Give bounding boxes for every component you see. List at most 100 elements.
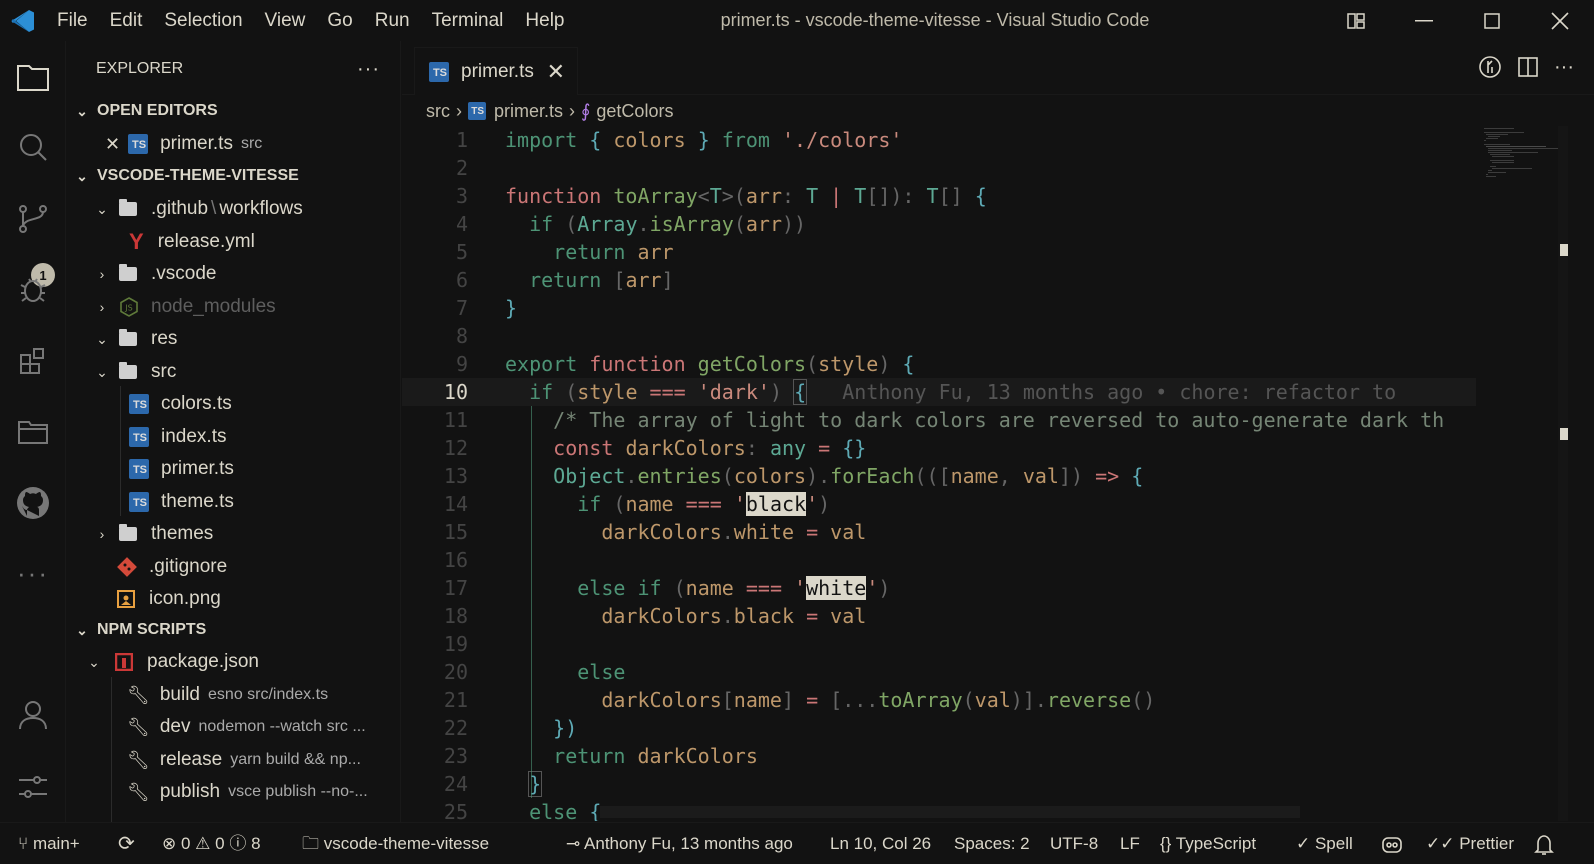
npm-scripts-section[interactable]: ⌄ NPM SCRIPTS (67, 614, 400, 646)
status-blame[interactable]: ⊸ Anthony Fu, 13 months ago (566, 823, 793, 864)
notification-bell-icon[interactable] (1534, 823, 1554, 864)
window-controls (1322, 0, 1594, 41)
settings-icon[interactable] (0, 759, 66, 815)
tree-item-theme-ts[interactable]: TS theme.ts (67, 486, 400, 518)
split-editor-icon[interactable] (1516, 55, 1540, 85)
chevron-down-icon: ⌄ (76, 102, 88, 119)
debug-icon[interactable] (0, 261, 66, 317)
close-icon[interactable]: ✕ (105, 134, 120, 155)
status-problems[interactable]: ⊗ 0 ⚠ 0 ⓘ 8 (162, 823, 261, 864)
status-spell[interactable]: ✓ Spell (1296, 823, 1353, 864)
tree-item-node-modules[interactable]: › JS node_modules (67, 291, 400, 323)
more-actions-icon[interactable]: ··· (1554, 55, 1574, 85)
npm-package-json[interactable]: ⌄ package.json (67, 646, 400, 678)
tree-item-colors-ts[interactable]: TS colors.ts (67, 388, 400, 420)
npm-script-release[interactable]: 🔧︎ release yarn build && np... (67, 744, 400, 776)
status-position[interactable]: Ln 10, Col 26 (830, 823, 931, 864)
github-icon[interactable] (0, 475, 66, 531)
tree-item-label: theme.ts (161, 491, 234, 512)
breadcrumb-item[interactable]: src (426, 101, 450, 122)
folders-icon[interactable] (0, 403, 66, 459)
source-control-icon[interactable] (0, 191, 66, 247)
tree-item-src[interactable]: ⌄ src (67, 356, 400, 388)
npm-script-build[interactable]: 🔧︎ build esno src/index.ts (67, 679, 400, 711)
typescript-file-icon: TS (468, 102, 486, 120)
status-folder[interactable]: 🗀︎ vscode-theme-vitesse (302, 823, 489, 864)
tree-item-label: themes (151, 523, 214, 544)
scrollbar-marker (1560, 428, 1568, 440)
search-icon[interactable] (0, 119, 66, 175)
layout-icon[interactable] (1322, 0, 1390, 41)
status-spaces[interactable]: Spaces: 2 (954, 823, 1030, 864)
typescript-file-icon: TS (128, 134, 149, 154)
files-icon[interactable] (0, 49, 66, 105)
close-window-icon[interactable] (1526, 0, 1594, 41)
maximize-icon[interactable] (1458, 0, 1526, 41)
tree-item-github[interactable]: ⌄ .github \ workflows (67, 193, 400, 225)
minimap[interactable] (1480, 126, 1560, 186)
chevron-right-icon: › (569, 100, 576, 121)
status-branch[interactable]: ⑂ main+ (18, 823, 80, 864)
copilot-icon[interactable] (1380, 823, 1404, 864)
code-line: 17 else if (name === 'white') (443, 576, 891, 600)
tree-item-vscode[interactable]: › .vscode (67, 258, 400, 290)
code-line: 5 return arr (455, 240, 674, 264)
more-icon[interactable]: ··· (0, 545, 66, 601)
menu-go[interactable]: Go (316, 0, 363, 41)
status-eol[interactable]: LF (1120, 823, 1140, 864)
code-editor[interactable]: 1 import { colors } from './colors' 2 3 fu… (402, 126, 1476, 821)
tree-item-res[interactable]: ⌄ res (67, 323, 400, 355)
open-editor-item[interactable]: ✕ TS primer.ts src (67, 128, 400, 160)
status-encoding[interactable]: UTF-8 (1050, 823, 1098, 864)
tree-item-label: node_modules (151, 296, 276, 317)
breadcrumb-item[interactable]: primer.ts (494, 101, 563, 122)
status-language[interactable]: {} TypeScript (1160, 823, 1256, 864)
project-section[interactable]: ⌄ VSCODE-THEME-VITESSE (67, 160, 400, 192)
status-prettier[interactable]: ✓✓ Prettier (1426, 823, 1514, 864)
yaml-file-icon: Y (129, 229, 144, 254)
code-line: 4 if (Array.isArray(arr)) (455, 212, 807, 236)
npm-script-cmd: vsce publish --no-... (228, 783, 368, 800)
open-editor-name: primer.ts (160, 133, 233, 154)
sync-icon[interactable]: ⟳ (118, 823, 135, 864)
extensions-icon[interactable] (0, 333, 66, 389)
tab-primer-ts[interactable]: TS primer.ts ✕ (414, 47, 578, 95)
tree-item-icon-png[interactable]: icon.png (67, 583, 400, 615)
account-icon[interactable] (0, 687, 66, 743)
open-editors-section[interactable]: ⌄ OPEN EDITORS (67, 95, 400, 127)
npm-script-dev[interactable]: 🔧︎ dev nodemon --watch src ... (67, 711, 400, 743)
npm-script-name: release (159, 749, 223, 770)
minimize-icon[interactable] (1390, 0, 1458, 41)
menu-edit[interactable]: Edit (99, 0, 154, 41)
title-bar: File Edit Selection View Go Run Terminal… (0, 0, 1594, 41)
code-line: 11 /* The array of light to dark colors … (443, 408, 1445, 432)
npm-script-publish[interactable]: 🔧︎ publish vsce publish --no-... (67, 776, 400, 808)
menu-run[interactable]: Run (364, 0, 421, 41)
tree-item-label: res (151, 328, 178, 349)
tree-item-release-yml[interactable]: Y release.yml (67, 226, 400, 258)
menu-help[interactable]: Help (514, 0, 575, 41)
git-compare-icon[interactable] (1478, 55, 1502, 85)
chevron-down-icon: ⌄ (76, 167, 88, 184)
menu-view[interactable]: View (254, 0, 317, 41)
menu-file[interactable]: File (46, 0, 99, 41)
tree-item-primer-ts[interactable]: TS primer.ts (67, 453, 400, 485)
horizontal-scrollbar[interactable] (600, 806, 1300, 818)
tree-item-label: workflows (219, 198, 303, 219)
code-line: 24 } (443, 771, 543, 797)
menu-terminal[interactable]: Terminal (421, 0, 515, 41)
tree-item-gitignore[interactable]: .gitignore (67, 551, 400, 583)
explorer-more-icon[interactable]: ··· (357, 58, 380, 81)
npm-script-name: dev (159, 716, 191, 737)
function-symbol-icon: ∮ (581, 100, 591, 121)
npm-package-label: package.json (147, 651, 259, 672)
folder-icon (119, 329, 137, 346)
close-tab-icon[interactable]: ✕ (547, 59, 565, 85)
vertical-scrollbar[interactable] (1558, 126, 1568, 821)
tree-item-themes[interactable]: › themes (67, 518, 400, 550)
breadcrumb-item[interactable]: getColors (596, 101, 673, 122)
tree-item-index-ts[interactable]: TS index.ts (67, 421, 400, 453)
typescript-file-icon: TS (129, 394, 149, 414)
menu-selection[interactable]: Selection (153, 0, 253, 41)
code-line: 12 const darkColors: any = {} (443, 436, 867, 460)
